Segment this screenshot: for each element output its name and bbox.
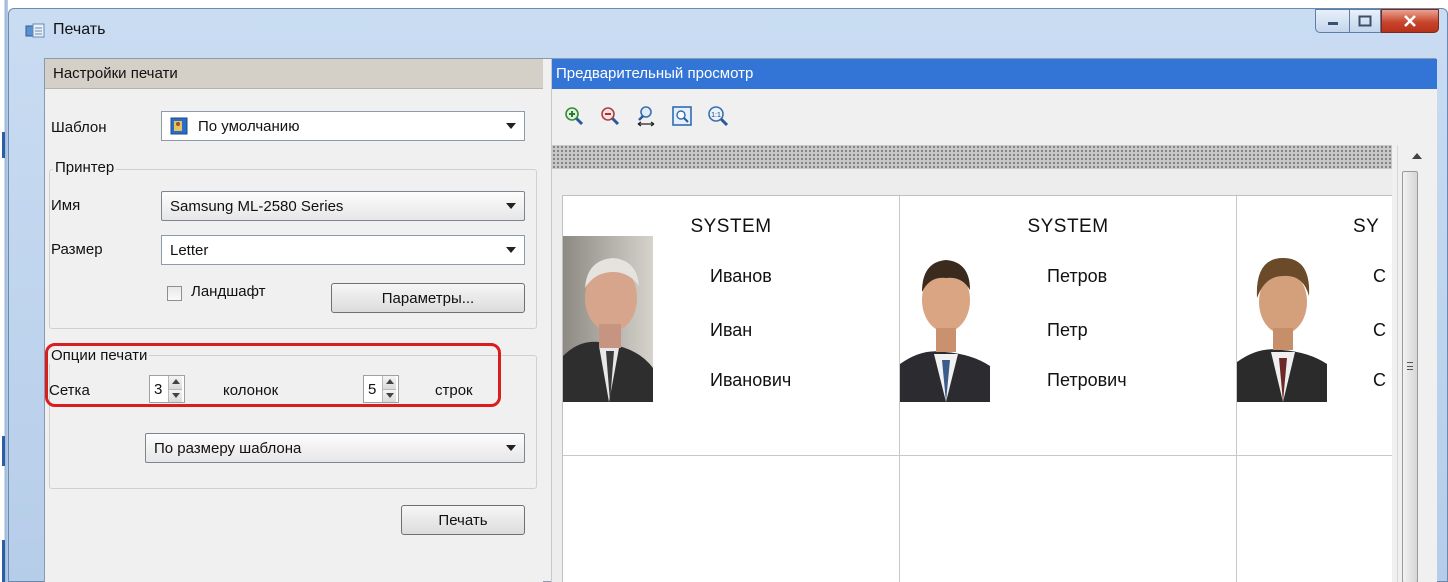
- landscape-label: Ландшафт: [191, 283, 266, 300]
- minimize-button[interactable]: [1315, 9, 1349, 33]
- printer-name-select[interactable]: Samsung ML-2580 Series: [161, 191, 525, 221]
- paper-size-value: Letter: [170, 241, 209, 259]
- settings-header: Настройки печати: [45, 59, 543, 89]
- card-first-name: Петр: [1047, 320, 1088, 340]
- fit-mode-value: По размеру шаблона: [154, 439, 302, 457]
- chevron-down-icon: [506, 123, 516, 129]
- maximize-icon: [1358, 15, 1372, 27]
- badge-card: SY С С С: [1237, 196, 1392, 456]
- card-system-label: SY: [1353, 216, 1380, 237]
- client-area: Настройки печати Шаблон По умолчанию При…: [44, 58, 1437, 582]
- zoom-actual-size-icon[interactable]: 1:1: [706, 104, 730, 128]
- template-label: Шаблон: [51, 119, 107, 136]
- preview-canvas: SYSTEM Иванов Иван Иванович SYSTEM Петро…: [552, 169, 1392, 582]
- window-controls: [1315, 9, 1439, 35]
- title-bar[interactable]: Печать: [9, 9, 1447, 51]
- preview-toolbar: 1:1: [562, 101, 730, 131]
- landscape-checkbox[interactable]: [167, 286, 182, 301]
- preview-panel: Предварительный просмотр 1:1 SYSTEM Иван…: [551, 59, 1437, 582]
- chevron-down-icon: [506, 247, 516, 253]
- preview-page: SYSTEM Иванов Иван Иванович SYSTEM Петро…: [562, 195, 1392, 582]
- card-last-name: Петров: [1047, 266, 1108, 286]
- options-highlight-frame: [45, 343, 501, 407]
- zoom-out-icon[interactable]: [598, 104, 622, 128]
- person-photo: [1237, 236, 1327, 402]
- printer-name-label: Имя: [51, 197, 81, 214]
- badge-card-empty: [563, 456, 900, 582]
- printer-app-icon: [25, 23, 45, 38]
- card-last-name: Иванов: [710, 266, 772, 286]
- person-photo: [563, 236, 653, 402]
- svg-text:1:1: 1:1: [711, 112, 721, 119]
- print-settings-panel: Настройки печати Шаблон По умолчанию При…: [45, 59, 543, 582]
- card-last-name: С: [1373, 266, 1386, 286]
- paper-size-select[interactable]: Letter: [161, 235, 525, 265]
- template-icon: [170, 117, 188, 135]
- person-photo: [900, 236, 990, 402]
- badge-card: SYSTEM Петров Петр Петрович: [900, 196, 1237, 456]
- card-system-label: SYSTEM: [1027, 216, 1109, 237]
- card-first-name: Иван: [710, 320, 753, 340]
- close-button[interactable]: [1381, 9, 1439, 33]
- close-icon: [1404, 15, 1416, 27]
- grip-icon: [1407, 362, 1413, 370]
- screen-top-strip: [0, 0, 1448, 8]
- card-system-label: SYSTEM: [690, 216, 772, 237]
- scroll-up-icon[interactable]: [1412, 153, 1422, 159]
- maximize-button[interactable]: [1349, 9, 1381, 33]
- minimize-icon: [1327, 22, 1338, 25]
- window-title: Печать: [53, 21, 106, 38]
- badge-card: SYSTEM Иванов Иван Иванович: [563, 196, 900, 456]
- chevron-down-icon: [506, 445, 516, 451]
- zoom-in-icon[interactable]: [562, 104, 586, 128]
- preview-vertical-scrollbar[interactable]: [1397, 145, 1437, 582]
- preview-ruler-bar: [552, 145, 1392, 169]
- badge-card-empty: [900, 456, 1237, 582]
- window-left-border: [0, 0, 8, 582]
- parameters-button[interactable]: Параметры...: [331, 283, 525, 313]
- card-middle-name: С: [1373, 370, 1386, 390]
- card-middle-name: Иванович: [710, 370, 792, 390]
- fit-mode-select[interactable]: По размеру шаблона: [145, 433, 525, 463]
- preview-header: Предварительный просмотр: [552, 59, 1437, 89]
- zoom-page-icon[interactable]: [670, 104, 694, 128]
- printer-name-value: Samsung ML-2580 Series: [170, 197, 344, 215]
- badge-card-empty: [1237, 456, 1392, 582]
- paper-size-label: Размер: [51, 241, 103, 258]
- card-middle-name: Петрович: [1047, 370, 1127, 390]
- print-button[interactable]: Печать: [401, 505, 525, 535]
- printer-group-title: Принтер: [53, 159, 117, 176]
- chevron-down-icon: [506, 203, 516, 209]
- zoom-fit-width-icon[interactable]: [634, 104, 658, 128]
- scroll-thumb[interactable]: [1402, 171, 1418, 582]
- card-first-name: С: [1373, 320, 1386, 340]
- template-value: По умолчанию: [198, 117, 300, 135]
- template-select[interactable]: По умолчанию: [161, 111, 525, 141]
